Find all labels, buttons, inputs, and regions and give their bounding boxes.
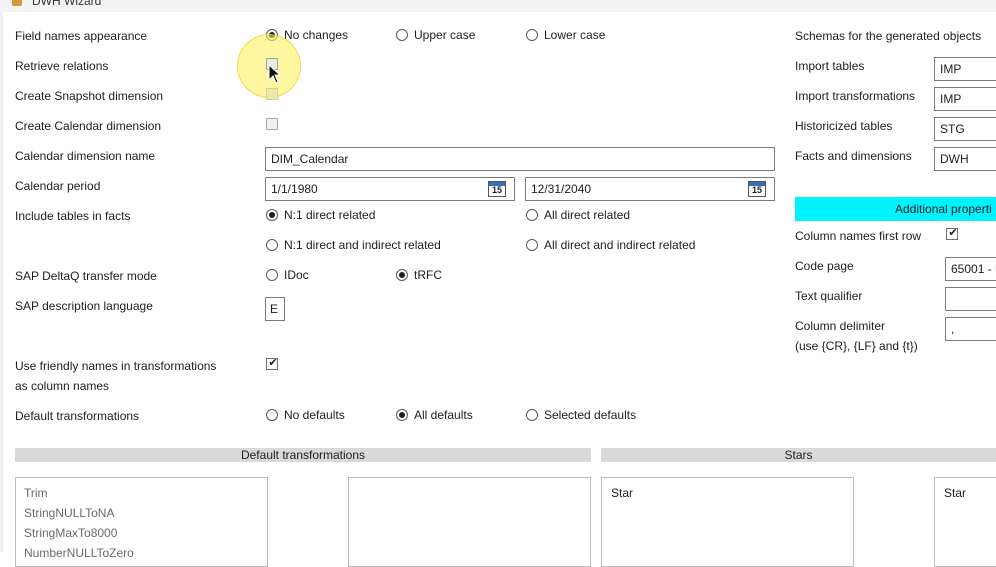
radio-selected-defaults-label[interactable]: Selected defaults <box>544 408 636 422</box>
schema-historicized-label: Historicized tables <box>795 119 893 133</box>
app-icon <box>12 0 22 6</box>
schema-import-tables-input[interactable]: IMP <box>934 57 996 81</box>
list-item[interactable]: Trim <box>24 486 48 500</box>
include-tables-label: Include tables in facts <box>15 209 131 223</box>
calendar-period-to-input[interactable]: 12/31/2040 <box>525 177 775 201</box>
stars-header: Stars <box>601 448 996 462</box>
radio-all-defaults-label[interactable]: All defaults <box>414 408 473 422</box>
list-item[interactable]: NumberNULLToZero <box>24 546 134 560</box>
schema-facts-dimensions-label: Facts and dimensions <box>795 149 912 163</box>
column-delimiter-hint: (use {CR}, {LF} and {t}) <box>795 339 918 353</box>
sap-language-label: SAP description language <box>15 299 153 313</box>
stars-list-left[interactable]: Star <box>601 477 854 567</box>
field-names-appearance-label: Field names appearance <box>15 29 148 43</box>
calendar-dimension-label: Create Calendar dimension <box>15 119 162 133</box>
radio-n1-direct-indirect[interactable] <box>266 239 278 251</box>
default-transformations-header: Default transformations <box>15 448 591 462</box>
default-transformations-list[interactable]: Trim StringNULLToNA StringMaxTo8000 Numb… <box>15 477 268 567</box>
window-title: DWH Wizard <box>32 0 102 8</box>
column-names-first-row-checkbox[interactable]: ✔ <box>946 227 958 240</box>
schema-facts-dimensions-input[interactable]: DWH <box>934 147 996 171</box>
radio-all-direct-indirect-label[interactable]: All direct and indirect related <box>544 238 695 252</box>
radio-trfc-label[interactable]: tRFC <box>414 268 442 282</box>
star-item[interactable]: Star <box>611 486 633 500</box>
checkmark-icon: ✔ <box>268 357 278 369</box>
radio-idoc-label[interactable]: IDoc <box>284 268 309 282</box>
snapshot-dimension-checkbox[interactable] <box>266 88 278 100</box>
list-item[interactable]: StringMaxTo8000 <box>24 526 117 540</box>
retrieve-relations-label: Retrieve relations <box>15 59 109 73</box>
calendar-from-icon[interactable]: 15 <box>488 181 506 197</box>
checkmark-icon: ✔ <box>948 227 958 239</box>
schema-import-transformations-input[interactable]: IMP <box>934 87 996 111</box>
radio-trfc[interactable] <box>396 269 408 281</box>
radio-no-defaults-label[interactable]: No defaults <box>284 408 345 422</box>
radio-all-direct-indirect[interactable] <box>526 239 538 251</box>
schema-historicized-input[interactable]: STG <box>934 117 996 141</box>
calendar-to-icon[interactable]: 15 <box>748 181 766 197</box>
radio-lower-case[interactable] <box>526 29 538 41</box>
radio-all-defaults[interactable] <box>396 409 408 421</box>
schemas-header: Schemas for the generated objects <box>795 29 982 43</box>
title-bar: DWH Wizard <box>0 0 996 12</box>
schema-import-tables-label: Import tables <box>795 59 865 73</box>
sap-deltaq-label: SAP DeltaQ transfer mode <box>15 269 157 283</box>
additional-properties-header: Additional properti <box>795 197 996 221</box>
mouse-cursor-icon <box>268 64 282 84</box>
radio-selected-defaults[interactable] <box>526 409 538 421</box>
calendar-period-label: Calendar period <box>15 179 101 193</box>
snapshot-dimension-label: Create Snapshot dimension <box>15 89 164 103</box>
schema-import-transformations-label: Import transformations <box>795 89 916 103</box>
text-qualifier-input[interactable] <box>945 287 996 311</box>
selected-transformations-list[interactable] <box>348 477 591 567</box>
calendar-period-from-input[interactable]: 1/1/1980 <box>265 177 515 201</box>
column-delimiter-label: Column delimiter <box>795 319 886 333</box>
code-page-label: Code page <box>795 259 854 273</box>
radio-n1-direct[interactable] <box>266 209 278 221</box>
text-qualifier-label: Text qualifier <box>795 289 863 303</box>
friendly-names-checkbox[interactable]: ✔ <box>266 357 278 370</box>
radio-lower-case-label[interactable]: Lower case <box>544 28 605 42</box>
radio-no-changes-label[interactable]: No changes <box>284 28 348 42</box>
list-item[interactable]: StringNULLToNA <box>24 506 114 520</box>
calendar-dimension-name-label: Calendar dimension name <box>15 149 156 163</box>
radio-all-direct[interactable] <box>526 209 538 221</box>
column-names-first-row-label: Column names first row <box>795 229 922 243</box>
star-item[interactable]: Star <box>944 486 966 500</box>
code-page-input[interactable]: 65001 - U <box>945 257 996 281</box>
radio-idoc[interactable] <box>266 269 278 281</box>
calendar-dimension-name-input[interactable]: DIM_Calendar <box>265 147 775 171</box>
friendly-names-label-line1: Use friendly names in transformations <box>15 359 217 373</box>
default-transformations-label: Default transformations <box>15 409 140 423</box>
calendar-dimension-checkbox[interactable] <box>266 118 278 130</box>
friendly-names-label-line2: as column names <box>15 379 110 393</box>
radio-n1-direct-indirect-label[interactable]: N:1 direct and indirect related <box>284 238 441 252</box>
radio-no-defaults[interactable] <box>266 409 278 421</box>
radio-upper-case[interactable] <box>396 29 408 41</box>
radio-upper-case-label[interactable]: Upper case <box>414 28 475 42</box>
stars-list-right[interactable]: Star <box>934 477 996 567</box>
window-left-edge <box>0 12 3 552</box>
radio-n1-direct-label[interactable]: N:1 direct related <box>284 208 375 222</box>
column-delimiter-input[interactable]: , <box>945 317 996 341</box>
radio-all-direct-label[interactable]: All direct related <box>544 208 630 222</box>
sap-language-input[interactable]: E <box>265 297 285 321</box>
